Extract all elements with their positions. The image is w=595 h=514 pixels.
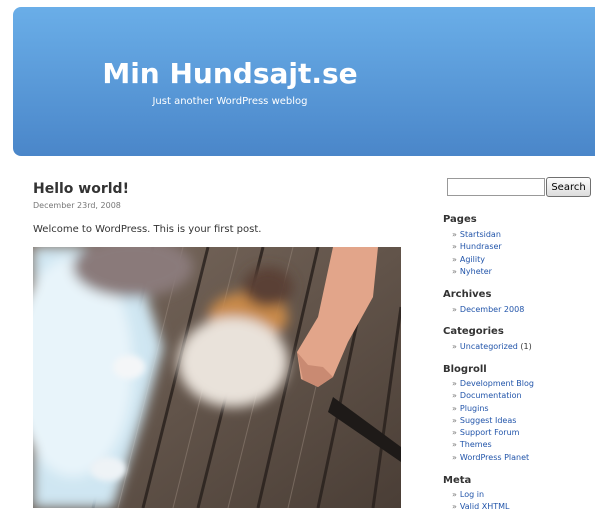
post-date: December 23rd, 2008 [33, 201, 121, 210]
list-item[interactable]: » Suggest Ideas [452, 415, 534, 427]
arrow-icon: » [452, 502, 457, 512]
post-photo [33, 247, 401, 508]
blogroll-link[interactable]: Documentation [460, 391, 522, 400]
categories-heading: Categories [443, 326, 504, 337]
archives-heading: Archives [443, 289, 492, 300]
categories-list: » Uncategorized (1) [452, 341, 532, 353]
list-item[interactable]: » WordPress Planet [452, 452, 534, 464]
blogroll-link[interactable]: Support Forum [460, 428, 520, 437]
blogroll-link[interactable]: Plugins [460, 404, 489, 413]
category-link[interactable]: Uncategorized [460, 342, 518, 351]
blogroll-heading: Blogroll [443, 364, 487, 375]
list-item[interactable]: » Plugins [452, 403, 534, 415]
meta-link[interactable]: Valid XHTML [460, 502, 510, 511]
site-tagline: Just another WordPress weblog [152, 96, 308, 107]
list-item[interactable]: » Nyheter [452, 266, 502, 278]
blogroll-link[interactable]: WordPress Planet [460, 453, 529, 462]
search-button[interactable]: Search [546, 177, 591, 197]
arrow-icon: » [452, 391, 457, 401]
post-body: Welcome to WordPress. This is your first… [33, 224, 262, 235]
category-count: (1) [520, 342, 532, 351]
list-item[interactable]: » Agility [452, 254, 502, 266]
page-link[interactable]: Startsidan [460, 230, 501, 239]
meta-list: » Log in » Valid XHTML [452, 489, 509, 514]
blogroll-link[interactable]: Themes [460, 440, 492, 449]
arrow-icon: » [452, 452, 457, 462]
pages-list: » Startsidan » Hundraser » Agility » Nyheter [452, 229, 502, 278]
post-title[interactable]: Hello world! [33, 181, 129, 197]
arrow-icon: » [452, 440, 457, 450]
pages-heading: Pages [443, 214, 477, 225]
arrow-icon: » [452, 379, 457, 388]
archives-list: » December 2008 [452, 304, 524, 316]
arrow-icon: » [452, 230, 457, 239]
list-item[interactable]: » Development Blog [452, 378, 534, 390]
arrow-icon: » [452, 490, 457, 499]
archive-link[interactable]: December 2008 [460, 305, 524, 314]
site-title[interactable]: Min Hundsajt.se [13, 57, 447, 90]
list-item[interactable]: » December 2008 [452, 304, 524, 316]
list-item[interactable]: » Startsidan [452, 229, 502, 241]
blogroll-link[interactable]: Development Blog [460, 379, 534, 388]
page-link[interactable]: Hundraser [460, 242, 502, 251]
arrow-icon: » [452, 403, 457, 413]
list-item[interactable]: » Support Forum [452, 427, 534, 439]
list-item[interactable]: » Uncategorized (1) [452, 341, 532, 353]
blogroll-list: » Development Blog » Documentation » Plugin… [452, 378, 534, 464]
list-item[interactable]: » Hundraser [452, 241, 502, 253]
dog-photo-image [33, 247, 401, 508]
search-input[interactable] [447, 178, 545, 196]
blogroll-link[interactable]: Suggest Ideas [460, 416, 517, 425]
page-link[interactable]: Agility [460, 255, 485, 264]
list-item[interactable]: » Valid XHTML [452, 501, 509, 513]
arrow-icon: » [452, 342, 457, 351]
page-link[interactable]: Nyheter [460, 267, 492, 276]
arrow-icon: » [452, 266, 457, 276]
arrow-icon: » [452, 242, 457, 252]
arrow-icon: » [452, 428, 457, 438]
list-item[interactable]: » Themes [452, 439, 534, 451]
meta-link[interactable]: Log in [460, 490, 484, 499]
meta-heading: Meta [443, 475, 472, 486]
list-item[interactable]: » Documentation [452, 390, 534, 402]
arrow-icon: » [452, 305, 457, 314]
arrow-icon: » [452, 254, 457, 264]
arrow-icon: » [452, 415, 457, 425]
list-item[interactable]: » Log in [452, 489, 509, 501]
site-header: Min Hundsajt.se Just another WordPress w… [13, 7, 595, 156]
